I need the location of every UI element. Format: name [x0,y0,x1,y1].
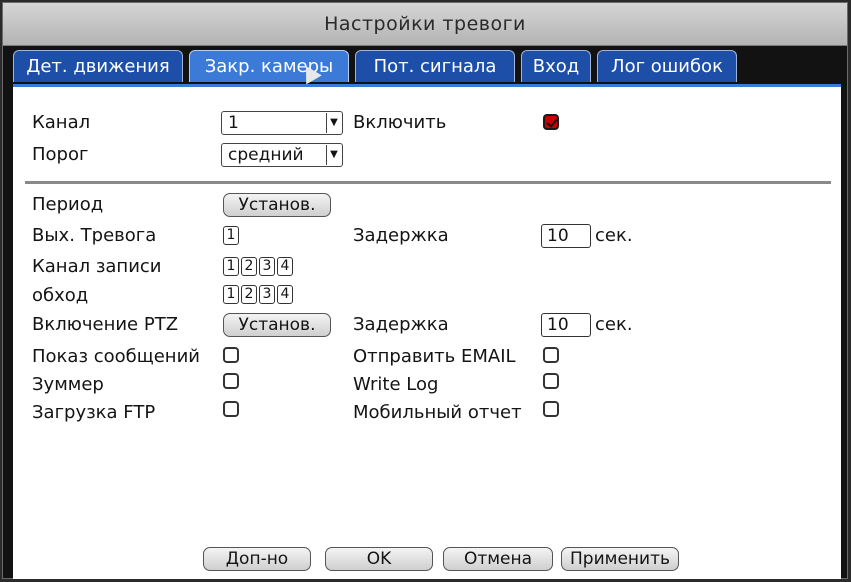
delay1-label: Задержка [353,225,449,246]
enable-label: Включить [353,112,447,133]
delay1-input[interactable]: 10 [541,224,591,248]
delay1-unit: сек. [595,225,633,246]
ftp-upload-checkbox[interactable] [223,401,239,417]
tour-channel-1[interactable]: 1 [223,285,239,304]
tour-label: обход [32,285,89,306]
send-email-label: Отправить EMAIL [353,346,516,367]
threshold-select[interactable]: средний ▼ [221,143,343,167]
alarm-settings-window: Настройки тревоги Дет. движения Закр. ка… [2,2,848,579]
settings-panel: Канал 1 ▼ Включить Порог средний ▼ Перио… [13,84,841,579]
ptz-setup-button[interactable]: Установ. [223,313,331,337]
ftp-upload-label: Загрузка FTP [32,402,156,423]
ok-button[interactable]: OK [325,547,433,571]
advanced-button[interactable]: Доп-но [203,547,311,571]
alarm-out-channel-1[interactable]: 1 [223,226,239,245]
threshold-label: Порог [32,144,89,165]
tab-motion-detect[interactable]: Дет. движения [13,50,183,82]
write-log-label: Write Log [353,374,439,395]
tab-video-loss[interactable]: Пот. сигнала [355,50,515,82]
mobile-report-label: Мобильный отчет [353,402,522,423]
show-message-checkbox[interactable] [223,347,239,363]
delay2-label: Задержка [353,314,449,335]
tab-camera-blind[interactable]: Закр. камеры [189,50,349,82]
channel-select[interactable]: 1 ▼ [221,111,343,135]
record-channel-4[interactable]: 4 [277,257,293,276]
chevron-down-icon: ▼ [326,145,341,165]
buzzer-label: Зуммер [32,374,104,395]
period-label: Период [32,194,104,215]
alarm-out-label: Вых. Тревога [32,225,157,246]
mobile-report-checkbox[interactable] [543,401,559,417]
tab-error-log[interactable]: Лог ошибок [597,50,737,82]
send-email-checkbox[interactable] [543,347,559,363]
tour-channel-3[interactable]: 3 [259,285,275,304]
period-setup-button[interactable]: Установ. [223,193,331,217]
tour-channel-2[interactable]: 2 [241,285,257,304]
record-channel-label: Канал записи [32,256,162,277]
delay2-unit: сек. [595,314,633,335]
enable-checkbox[interactable] [543,114,559,130]
channel-label: Канал [32,112,91,133]
threshold-value: средний [228,145,304,165]
section-divider [25,181,831,184]
delay2-input[interactable]: 10 [541,313,591,337]
write-log-checkbox[interactable] [543,373,559,389]
tour-channel-4[interactable]: 4 [277,285,293,304]
record-channel-1[interactable]: 1 [223,257,239,276]
channel-value: 1 [228,113,239,133]
show-message-label: Показ сообщений [32,346,200,367]
cancel-button[interactable]: Отмена [443,547,553,571]
chevron-down-icon: ▼ [326,113,341,133]
record-channel-2[interactable]: 2 [241,257,257,276]
ptz-label: Включение PTZ [32,314,179,335]
tab-input[interactable]: Вход [521,50,591,82]
record-channel-3[interactable]: 3 [259,257,275,276]
buzzer-checkbox[interactable] [223,373,239,389]
window-title: Настройки тревоги [3,3,847,46]
apply-button[interactable]: Применить [561,547,679,571]
